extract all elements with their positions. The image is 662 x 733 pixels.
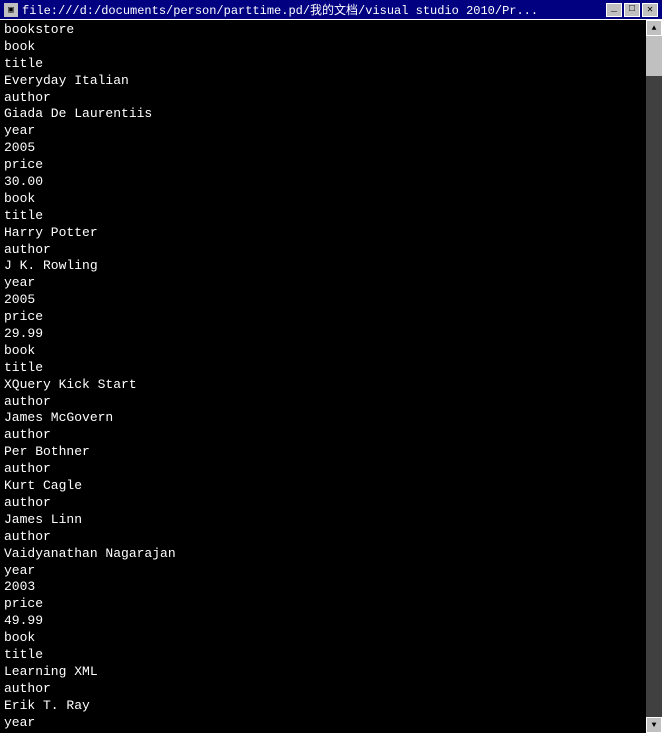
text-line: Kurt Cagle <box>4 478 642 495</box>
text-line: Vaidyanathan Nagarajan <box>4 546 642 563</box>
title-bar-text: file:///d:/documents/person/parttime.pd/… <box>22 1 538 18</box>
text-line: author <box>4 461 642 478</box>
text-line: Per Bothner <box>4 444 642 461</box>
text-line: 29.99 <box>4 326 642 343</box>
text-line: bookstore <box>4 22 642 39</box>
title-bar: ▣ file:///d:/documents/person/parttime.p… <box>0 0 662 20</box>
text-line: J K. Rowling <box>4 258 642 275</box>
text-line: James McGovern <box>4 410 642 427</box>
scrollbar-track[interactable] <box>646 36 662 717</box>
text-line: title <box>4 647 642 664</box>
text-line: Everyday Italian <box>4 73 642 90</box>
maximize-button[interactable]: □ <box>624 3 640 17</box>
text-line: Erik T. Ray <box>4 698 642 715</box>
text-line: price <box>4 157 642 174</box>
text-line: year <box>4 275 642 292</box>
text-line: book <box>4 630 642 647</box>
text-line: title <box>4 56 642 73</box>
text-line: author <box>4 90 642 107</box>
text-content[interactable]: bookstorebooktitleEveryday Italianauthor… <box>0 20 646 733</box>
close-button[interactable]: ✕ <box>642 3 658 17</box>
text-line: James Linn <box>4 512 642 529</box>
scrollbar[interactable]: ▲ ▼ <box>646 20 662 733</box>
text-line: Giada De Laurentiis <box>4 106 642 123</box>
title-bar-left: ▣ file:///d:/documents/person/parttime.p… <box>4 1 538 18</box>
text-line: book <box>4 343 642 360</box>
text-line: Harry Potter <box>4 225 642 242</box>
scrollbar-thumb[interactable] <box>646 36 662 76</box>
text-line: author <box>4 394 642 411</box>
text-line: year <box>4 715 642 732</box>
text-line: 30.00 <box>4 174 642 191</box>
text-line: 2005 <box>4 140 642 157</box>
text-line: 49.99 <box>4 613 642 630</box>
text-line: year <box>4 563 642 580</box>
text-line: price <box>4 309 642 326</box>
text-line: author <box>4 681 642 698</box>
title-bar-controls: _ □ ✕ <box>606 3 658 17</box>
text-line: author <box>4 495 642 512</box>
text-line: author <box>4 242 642 259</box>
scroll-up-arrow[interactable]: ▲ <box>646 20 662 36</box>
text-line: title <box>4 360 642 377</box>
window: ▣ file:///d:/documents/person/parttime.p… <box>0 0 662 733</box>
content-area: bookstorebooktitleEveryday Italianauthor… <box>0 20 662 733</box>
window-icon: ▣ <box>4 3 18 17</box>
text-line: 2003 <box>4 579 642 596</box>
text-line: year <box>4 123 642 140</box>
text-line: Learning XML <box>4 664 642 681</box>
text-line: title <box>4 208 642 225</box>
text-line: author <box>4 529 642 546</box>
text-line: XQuery Kick Start <box>4 377 642 394</box>
text-line: 2005 <box>4 292 642 309</box>
text-line: author <box>4 427 642 444</box>
text-line: book <box>4 191 642 208</box>
text-line: book <box>4 39 642 56</box>
minimize-button[interactable]: _ <box>606 3 622 17</box>
scroll-down-arrow[interactable]: ▼ <box>646 717 662 733</box>
text-line: price <box>4 596 642 613</box>
